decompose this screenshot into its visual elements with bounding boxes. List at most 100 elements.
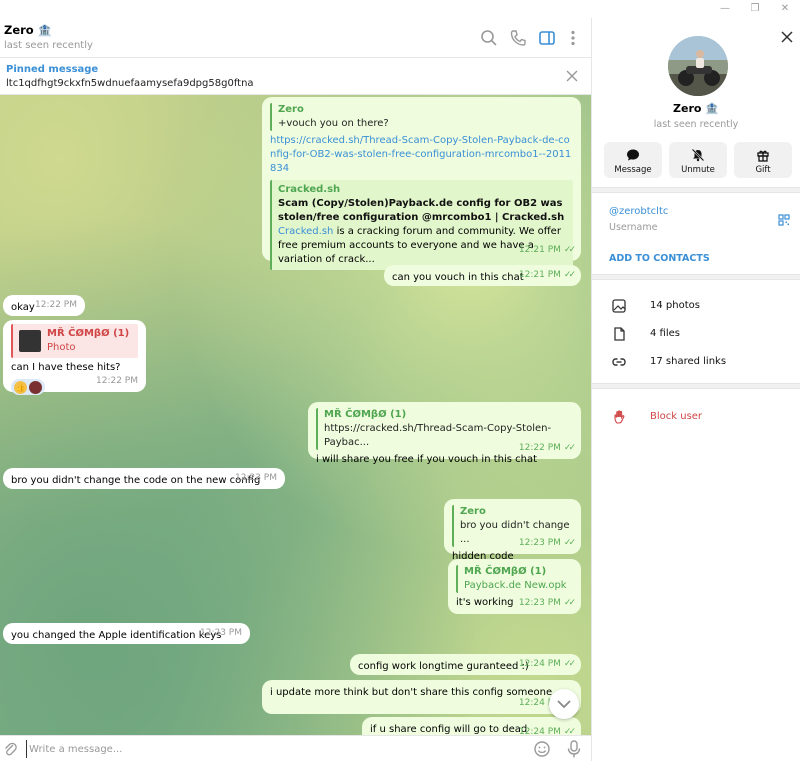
close-panel-icon[interactable] — [780, 30, 794, 44]
reply-author: MŘ ČØMβØ (1) — [47, 328, 130, 339]
files-count: 4 files — [650, 328, 680, 339]
emoji-icon[interactable] — [533, 740, 551, 758]
shared-files-row[interactable]: 4 files — [592, 322, 800, 346]
message-time: 12:23 PM ✓✓ — [518, 538, 576, 548]
message-bubble[interactable]: okay 12:22 PM — [3, 295, 85, 316]
search-icon[interactable] — [478, 27, 500, 49]
pinned-label: Pinned message — [6, 64, 99, 75]
read-check-icon: ✓✓ — [563, 727, 576, 735]
message-time: 12:23 PM — [200, 628, 242, 638]
block-user-button[interactable]: Block user — [592, 406, 800, 428]
read-check-icon: ✓✓ — [563, 270, 576, 280]
message-bubble[interactable]: config work longtime guranteed :) 12:24 … — [350, 654, 581, 675]
profile-username[interactable]: @zerobtcltc — [609, 206, 668, 217]
message-bubble[interactable]: if u share config will go to dead 12:24 … — [362, 717, 581, 735]
message-time: 12:21 PM ✓✓ — [518, 270, 576, 280]
window-close-icon[interactable]: ✕ — [770, 0, 800, 18]
phone-icon[interactable] — [507, 27, 529, 49]
microphone-icon[interactable] — [566, 739, 582, 759]
read-check-icon: ✓✓ — [563, 598, 576, 608]
links-count: 17 shared links — [650, 356, 727, 367]
profile-avatar[interactable] — [668, 36, 728, 96]
unmute-button[interactable]: Unmute — [669, 142, 727, 178]
message-text: you changed the Apple identification key… — [11, 630, 222, 641]
message-bubble[interactable]: you changed the Apple identification key… — [3, 623, 250, 644]
pinned-text: ltc1qdfhgt9ckxfn5wdnuefaamysefa9dpg58g0f… — [6, 78, 254, 89]
reply-author: MŘ ČØMβØ (1) — [464, 566, 547, 577]
hand-stop-icon — [614, 410, 625, 424]
message-time: 12:22 PM ✓✓ — [518, 443, 576, 453]
preview-site: Cracked.sh — [278, 184, 341, 195]
message-bubble[interactable]: Zero bro you didn't change ... hidden co… — [444, 499, 581, 562]
chat-bubble-icon — [627, 149, 639, 161]
minimize-icon[interactable]: — — [710, 0, 740, 18]
message-text: bro you didn't change the code on the ne… — [11, 475, 261, 486]
reply-quote[interactable]: Zero +vouch you on there? — [270, 103, 573, 131]
message-time: 12:23 PM ✓✓ — [518, 598, 576, 608]
message-list[interactable]: Zero +vouch you on there? https://cracke… — [0, 95, 591, 735]
message-bubble[interactable]: bro you didn't change the code on the ne… — [3, 468, 285, 489]
unmute-button-label: Unmute — [681, 165, 715, 175]
message-bubble[interactable]: MŘ ČØMβØ (1) https://cracked.sh/Thread-S… — [308, 402, 581, 465]
reply-quote[interactable]: MŘ ČØMβØ (1) Photo — [11, 324, 138, 358]
profile-panel: Zero 🏦 last seen recently Message Unmute… — [592, 18, 800, 761]
message-bubble[interactable]: i update more think but don't share this… — [262, 680, 581, 714]
message-text: it's working — [456, 597, 514, 608]
pinned-message-bar[interactable]: Pinned message ltc1qdfhgt9ckxfn5wdnuefaa… — [0, 59, 591, 95]
message-text: can you vouch in this chat — [392, 272, 524, 283]
thumbs-up-icon: 👍 — [14, 380, 27, 394]
reply-author: Zero — [278, 104, 304, 115]
window-titlebar: — ❐ ✕ — [0, 0, 800, 18]
message-time: 12:22 PM — [35, 300, 77, 310]
message-text: can I have these hits? — [11, 362, 121, 373]
shared-photos-row[interactable]: 14 photos — [592, 294, 800, 318]
reaction-badge[interactable]: 👍 — [11, 379, 45, 395]
shared-links-row[interactable]: 17 shared links — [592, 350, 800, 374]
chat-header[interactable]: Zero 🏦 last seen recently — [0, 18, 591, 58]
message-time: 12:22 PM — [96, 376, 138, 386]
message-text: i update more think but don't share this… — [270, 687, 553, 698]
message-bubble[interactable]: MŘ ČØMβØ (1) Photo can I have these hits… — [3, 320, 146, 395]
motorcycle-photo — [668, 36, 728, 96]
read-check-icon: ✓✓ — [563, 245, 576, 255]
profile-status: last seen recently — [653, 119, 739, 130]
chat-title[interactable]: Zero 🏦 — [4, 23, 52, 37]
message-bubble[interactable]: Zero +vouch you on there? https://cracke… — [262, 97, 581, 270]
photo-icon — [612, 299, 626, 313]
restore-icon[interactable]: ❐ — [740, 0, 770, 18]
attach-icon[interactable] — [3, 741, 17, 757]
message-bubble[interactable]: can you vouch in this chat 12:21 PM ✓✓ — [384, 265, 581, 286]
reply-author: MŘ ČØMβØ (1) — [324, 409, 407, 420]
gift-button-label: Gift — [755, 165, 771, 175]
preview-title: Scam (Copy/Stolen)Payback.de config for … — [278, 198, 565, 223]
reply-text: Photo — [47, 342, 76, 353]
read-check-icon: ✓✓ — [563, 443, 576, 453]
message-bubble[interactable]: MŘ ČØMβØ (1) Payback.de New.opk it's wor… — [448, 559, 581, 614]
more-menu-icon[interactable] — [562, 27, 584, 49]
chat-status: last seen recently — [4, 40, 93, 51]
message-link[interactable]: https://cracked.sh/Thread-Scam-Copy-Stol… — [270, 134, 573, 176]
add-to-contacts-button[interactable]: ADD TO CONTACTS — [609, 253, 710, 264]
gift-button[interactable]: Gift — [734, 142, 792, 178]
section-separator — [592, 274, 800, 280]
message-time: 12:24 PM✓✓ — [518, 659, 576, 669]
reply-text: +vouch you on there? — [278, 118, 389, 129]
gift-icon — [757, 150, 769, 162]
photos-count: 14 photos — [650, 300, 700, 311]
chevron-down-icon — [557, 700, 571, 709]
photo-thumbnail — [19, 330, 41, 352]
compose-bar — [0, 735, 591, 761]
sidebar-toggle-icon[interactable] — [536, 27, 558, 49]
message-text: okay — [11, 302, 35, 313]
message-text: i will share you free if you vouch in th… — [316, 454, 538, 465]
message-button[interactable]: Message — [604, 142, 662, 178]
preview-site-link[interactable]: Cracked.sh — [278, 226, 333, 237]
file-icon — [614, 327, 625, 341]
reply-quote[interactable]: MŘ ČØMβØ (1) Payback.de New.opk — [456, 565, 573, 593]
qr-code-icon[interactable] — [778, 214, 790, 226]
scroll-to-bottom-button[interactable] — [549, 689, 579, 719]
message-time: 12:21 PM ✓✓ — [518, 245, 576, 255]
message-text: if u share config will go to dead — [370, 724, 528, 735]
message-input[interactable] — [26, 740, 506, 758]
unpin-close-icon[interactable] — [565, 69, 579, 83]
